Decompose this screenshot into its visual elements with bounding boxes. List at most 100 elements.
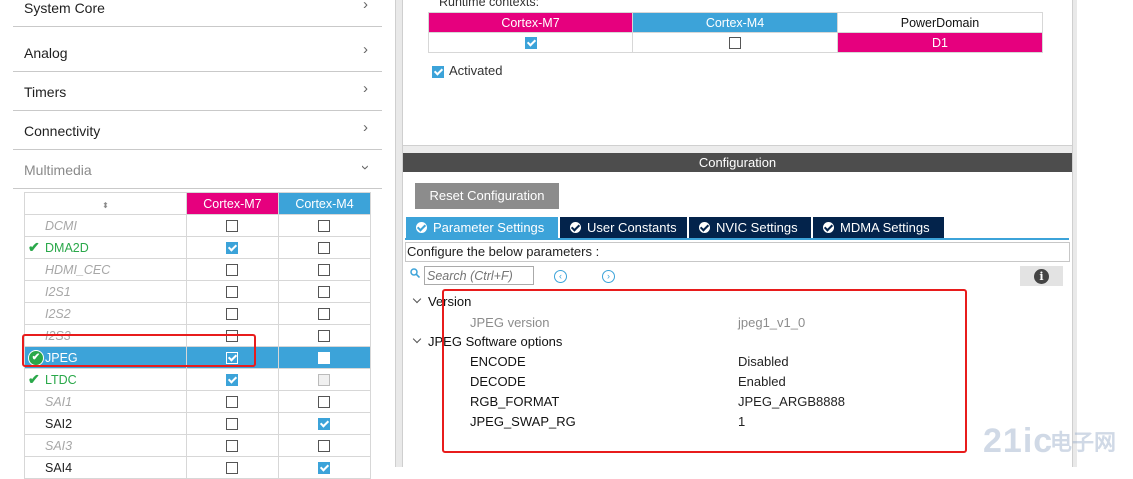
category-label: Multimedia — [24, 162, 92, 178]
chevron-down-icon: › — [357, 165, 374, 170]
table-row[interactable]: HDMI_CEC — [24, 258, 372, 281]
peripheral-name[interactable]: ✔ DMA2D — [24, 236, 187, 259]
column-header-cortex-m7[interactable]: Cortex-M7 — [185, 192, 279, 215]
cell-m4 — [277, 346, 372, 369]
category-system-core[interactable]: System Core › — [13, 0, 382, 27]
peripheral-label: I2S2 — [45, 306, 71, 321]
watermark-suffix: 电子网 — [1050, 430, 1117, 455]
checkbox-m4[interactable] — [318, 462, 331, 475]
activated-label: Activated — [449, 63, 503, 78]
chevron-down-icon — [412, 336, 422, 346]
checkbox-m4[interactable] — [318, 286, 331, 299]
peripheral-label: I2S1 — [45, 284, 71, 299]
tab-label: Parameter Settings — [433, 220, 545, 235]
activated-toggle[interactable]: Activated — [432, 63, 502, 78]
checkbox-m4[interactable] — [318, 352, 331, 365]
right-border — [1072, 0, 1077, 467]
runtime-header-power-domain: PowerDomain — [837, 12, 1043, 33]
peripheral-name[interactable]: SAI3 — [24, 434, 187, 457]
sort-column-header[interactable]: ⬍ — [24, 192, 187, 215]
peripheral-name[interactable]: I2S1 — [24, 280, 187, 303]
cell-m4 — [277, 434, 372, 457]
peripheral-name[interactable]: DCMI — [24, 214, 187, 237]
activated-checkbox[interactable] — [432, 65, 444, 78]
cell-m7 — [185, 258, 279, 281]
checkbox-m7[interactable] — [226, 264, 239, 277]
checkbox-m4[interactable] — [318, 242, 331, 255]
tab-label: MDMA Settings — [840, 220, 930, 235]
cell-m4 — [277, 412, 372, 435]
tab-nvic-settings[interactable]: NVIC Settings — [689, 217, 811, 238]
info-icon[interactable]: i — [1034, 269, 1049, 284]
peripheral-label: DCMI — [45, 218, 77, 233]
peripheral-name[interactable]: SAI1 — [24, 390, 187, 413]
peripheral-name[interactable]: I2S2 — [24, 302, 187, 325]
runtime-m7-checkbox[interactable] — [524, 37, 537, 50]
checkbox-m7[interactable] — [226, 308, 239, 321]
category-timers[interactable]: Timers › — [13, 72, 382, 111]
checkbox-m4[interactable] — [318, 440, 331, 453]
table-row[interactable]: SAI1 — [24, 390, 372, 413]
peripheral-label: HDMI_CEC — [45, 262, 111, 277]
table-row[interactable]: SAI4 — [24, 456, 372, 479]
peripheral-label: DMA2D — [45, 240, 89, 255]
table-row[interactable]: I2S2 — [24, 302, 372, 325]
category-label: System Core — [24, 0, 105, 16]
highlight-box-jpeg-row — [22, 334, 256, 367]
cell-m7 — [185, 390, 279, 413]
category-analog[interactable]: Analog › — [13, 33, 382, 72]
peripheral-name[interactable]: ✔ LTDC — [24, 368, 187, 391]
table-row[interactable]: I2S1 — [24, 280, 372, 303]
checkbox-m7[interactable] — [226, 396, 239, 409]
peripheral-name[interactable]: SAI2 — [24, 412, 187, 435]
checkbox-m4[interactable] — [318, 308, 331, 321]
checkbox-m7[interactable] — [226, 440, 239, 453]
checkbox-m7[interactable] — [226, 374, 239, 387]
runtime-cell-m4 — [632, 32, 838, 53]
chevron-right-icon: › — [363, 0, 368, 13]
checkbox-m4[interactable] — [318, 330, 331, 343]
checkbox-m7[interactable] — [226, 220, 239, 233]
tab-user-constants[interactable]: User Constants — [560, 217, 687, 238]
previous-match-icon[interactable]: ‹ — [554, 270, 567, 283]
table-row[interactable]: ✔ DMA2D — [24, 236, 372, 259]
category-connectivity[interactable]: Connectivity › — [13, 111, 382, 150]
chevron-right-icon: › — [363, 41, 368, 58]
reset-configuration-button[interactable]: Reset Configuration — [415, 183, 559, 209]
runtime-m4-checkbox[interactable] — [729, 37, 741, 50]
table-row[interactable]: SAI3 — [24, 434, 372, 457]
watermark-logo: 21ic — [983, 422, 1054, 460]
table-row[interactable]: SAI2 — [24, 412, 372, 435]
column-header-cortex-m4[interactable]: Cortex-M4 — [277, 192, 372, 215]
runtime-cell-m7 — [428, 32, 633, 53]
checkbox-m7[interactable] — [226, 462, 239, 475]
category-multimedia[interactable]: Multimedia › — [13, 150, 382, 189]
tab-parameter-settings[interactable]: Parameter Settings — [406, 217, 558, 238]
peripheral-name[interactable]: SAI4 — [24, 456, 187, 479]
peripheral-name[interactable]: HDMI_CEC — [24, 258, 187, 281]
search-input[interactable] — [424, 266, 534, 285]
checkbox-m7[interactable] — [226, 242, 239, 255]
checkbox-m7[interactable] — [226, 418, 239, 431]
check-icon: ✔ — [28, 371, 40, 387]
tab-mdma-settings[interactable]: MDMA Settings — [813, 217, 944, 238]
next-match-icon[interactable]: › — [602, 270, 615, 283]
check-circle-icon — [823, 222, 834, 233]
check-circle-icon — [699, 222, 710, 233]
checkbox-m7[interactable] — [226, 286, 239, 299]
runtime-header-cortex-m4: Cortex-M4 — [632, 12, 838, 33]
checkbox-m4[interactable] — [318, 396, 331, 409]
table-row[interactable]: ✔ LTDC — [24, 368, 372, 391]
checkbox-m4[interactable] — [318, 220, 331, 233]
power-domain-value[interactable]: D1 — [837, 32, 1043, 53]
peripheral-label: LTDC — [45, 372, 77, 387]
tab-label: User Constants — [587, 220, 677, 235]
vertical-splitter[interactable] — [395, 0, 403, 467]
runtime-header-cortex-m7: Cortex-M7 — [428, 12, 633, 33]
cell-m7 — [185, 456, 279, 479]
table-row[interactable]: DCMI — [24, 214, 372, 237]
checkbox-m4[interactable] — [318, 418, 331, 431]
checkbox-m4[interactable] — [318, 264, 331, 277]
checkbox-m4[interactable] — [318, 374, 331, 387]
runtime-contexts-table: Cortex-M7 Cortex-M4 PowerDomain D1 — [428, 12, 1043, 53]
